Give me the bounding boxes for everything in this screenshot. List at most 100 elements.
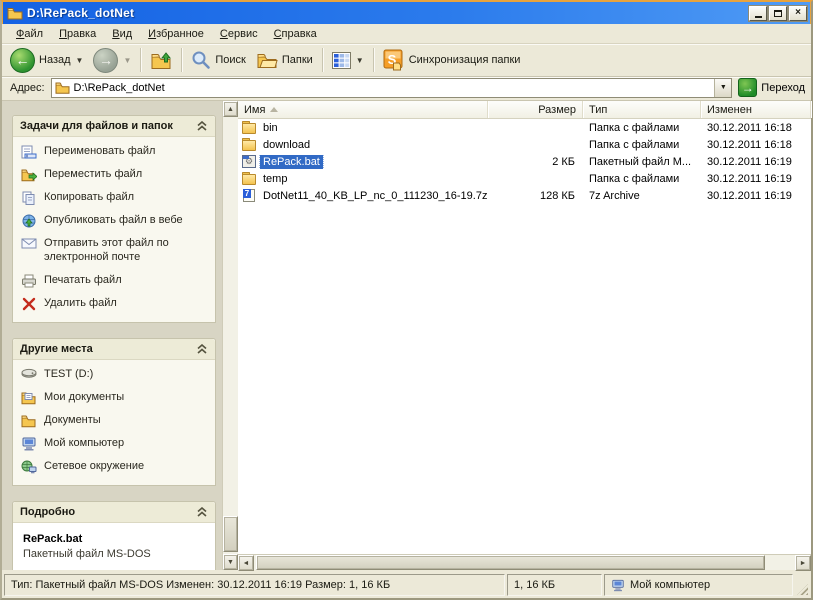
sort-ascending-icon — [270, 107, 279, 112]
copy-icon — [21, 191, 37, 205]
address-input[interactable]: D:\RePack_dotNet ▼ — [50, 77, 733, 98]
views-button[interactable]: ▼ — [328, 46, 368, 75]
folders-label: Папки — [281, 54, 313, 66]
task-copy-file[interactable]: Копировать файл — [21, 191, 211, 205]
my-documents-icon — [21, 391, 37, 405]
filelist-horizontal-scrollbar[interactable]: ◄ ► — [238, 554, 811, 571]
taskpane-vertical-scrollbar[interactable]: ▲ ▼ — [222, 101, 238, 570]
go-label: Переход — [761, 81, 805, 94]
folder-app-icon — [7, 6, 23, 20]
folder-icon — [242, 138, 257, 151]
maximize-button[interactable] — [769, 5, 787, 21]
content-area: Задачи для файлов и папок Переименовать … — [2, 101, 811, 571]
scroll-track[interactable] — [254, 555, 795, 570]
minimize-button[interactable] — [749, 5, 767, 21]
menu-favorites[interactable]: Избранное — [140, 26, 212, 42]
task-publish-file[interactable]: Опубликовать файл в вебе — [21, 214, 211, 228]
folder-up-icon — [150, 49, 172, 71]
search-icon — [191, 50, 211, 70]
section-title: Задачи для файлов и папок — [20, 120, 173, 132]
menu-edit[interactable]: Правка — [51, 26, 104, 42]
network-icon — [21, 460, 37, 474]
rename-icon — [21, 145, 37, 159]
task-print-file[interactable]: Печатать файл — [21, 274, 211, 288]
table-row-temp[interactable]: temp Папка с файлами 30.12.2011 16:19 — [238, 170, 811, 187]
scroll-thumb[interactable] — [256, 555, 765, 570]
task-email-file[interactable]: Отправить этот файл по электронной почте — [21, 237, 211, 265]
up-button[interactable] — [146, 46, 176, 75]
column-header-size[interactable]: Размер — [488, 101, 583, 118]
menu-view[interactable]: Вид — [104, 26, 140, 42]
status-file-info: Тип: Пакетный файл MS-DOS Изменен: 30.12… — [4, 574, 505, 596]
column-header-name[interactable]: Имя — [238, 101, 488, 118]
section-file-tasks-header[interactable]: Задачи для файлов и папок — [13, 116, 215, 137]
column-header-modified[interactable]: Изменен — [701, 101, 811, 118]
scroll-left-button[interactable]: ◄ — [238, 555, 254, 571]
status-size: 1, 16 КБ — [507, 574, 602, 596]
back-button[interactable]: ← Назад ▼ — [6, 46, 87, 75]
search-button[interactable]: Поиск — [187, 46, 249, 75]
forward-button[interactable]: → ▼ — [89, 46, 135, 75]
column-header-type[interactable]: Тип — [583, 101, 701, 118]
sync-folder-button[interactable]: S Синхронизация папки — [379, 46, 525, 75]
file-list: Имя Размер Тип Изменен bin Папка с файла… — [238, 101, 811, 571]
task-delete-file[interactable]: Удалить файл — [21, 297, 211, 311]
file-rows: bin Папка с файлами 30.12.2011 16:18 dow… — [238, 119, 811, 554]
back-dropdown-icon[interactable]: ▼ — [76, 56, 84, 65]
scroll-right-button[interactable]: ► — [795, 555, 811, 571]
views-dropdown-icon[interactable]: ▼ — [356, 56, 364, 65]
details-file-type: Пакетный файл MS-DOS — [23, 547, 151, 560]
move-icon — [21, 168, 37, 182]
close-button[interactable]: × — [789, 5, 807, 21]
scroll-track[interactable] — [223, 117, 238, 554]
menu-file[interactable]: Файл — [8, 26, 51, 42]
place-test-d[interactable]: TEST (D:) — [21, 368, 211, 382]
my-computer-icon — [21, 437, 37, 451]
status-location: Мой компьютер — [604, 574, 793, 596]
chevron-up-icon[interactable] — [196, 121, 208, 131]
documents-icon — [21, 414, 37, 428]
batch-file-icon — [242, 155, 257, 168]
address-dropdown-button[interactable]: ▼ — [714, 78, 732, 97]
folders-icon — [256, 50, 278, 70]
folders-button[interactable]: Папки — [252, 46, 317, 75]
place-my-computer[interactable]: Мой компьютер — [21, 437, 211, 451]
views-icon — [331, 51, 351, 69]
address-label: Адрес: — [10, 81, 45, 94]
menu-help[interactable]: Справка — [266, 26, 325, 42]
title-bar[interactable]: D:\RePack_dotNet × — [2, 2, 811, 24]
toolbar-separator — [372, 48, 374, 72]
chevron-up-icon[interactable] — [196, 506, 208, 517]
task-move-file[interactable]: Переместить файл — [21, 168, 211, 182]
chevron-up-icon[interactable] — [196, 343, 208, 354]
menu-tools[interactable]: Сервис — [212, 26, 266, 42]
scroll-up-button[interactable]: ▲ — [223, 101, 238, 117]
table-row-bin[interactable]: bin Папка с файлами 30.12.2011 16:18 — [238, 119, 811, 136]
email-icon — [21, 237, 37, 251]
resize-grip[interactable] — [795, 574, 809, 596]
section-title: Другие места — [20, 342, 93, 355]
table-row-download[interactable]: download Папка с файлами 30.12.2011 16:1… — [238, 136, 811, 153]
table-row-repack-bat-selected[interactable]: RePack.bat 2 КБ Пакетный файл M... 30.12… — [238, 153, 811, 170]
address-value: D:\RePack_dotNet — [73, 81, 165, 94]
scroll-thumb[interactable] — [223, 516, 238, 552]
section-details-header[interactable]: Подробно — [13, 501, 215, 523]
toolbar-separator — [321, 48, 323, 72]
back-icon: ← — [10, 47, 35, 73]
place-my-documents[interactable]: Мои документы — [21, 391, 211, 405]
folder-icon — [242, 121, 257, 134]
status-bar: Тип: Пакетный файл MS-DOS Изменен: 30.12… — [2, 572, 811, 598]
scroll-down-button[interactable]: ▼ — [223, 554, 238, 570]
table-row-dotnet-7z[interactable]: DotNet11_40_KB_LP_nc_0_111230_16-19.7z 1… — [238, 187, 811, 204]
place-network[interactable]: Сетевое окружение — [21, 460, 211, 474]
task-rename-file[interactable]: Переименовать файл — [21, 145, 211, 159]
delete-icon — [21, 297, 37, 311]
go-button[interactable]: → Переход — [738, 78, 807, 97]
folder-small-icon — [55, 81, 70, 94]
section-details: Подробно RePack.bat Пакетный файл MS-DOS… — [12, 500, 216, 570]
sync-icon: S — [383, 49, 405, 71]
section-other-places-header[interactable]: Другие места — [13, 338, 215, 360]
search-label: Поиск — [215, 54, 246, 66]
explorer-window: D:\RePack_dotNet × Файл Правка Вид Избра… — [0, 0, 813, 600]
place-documents[interactable]: Документы — [21, 414, 211, 428]
